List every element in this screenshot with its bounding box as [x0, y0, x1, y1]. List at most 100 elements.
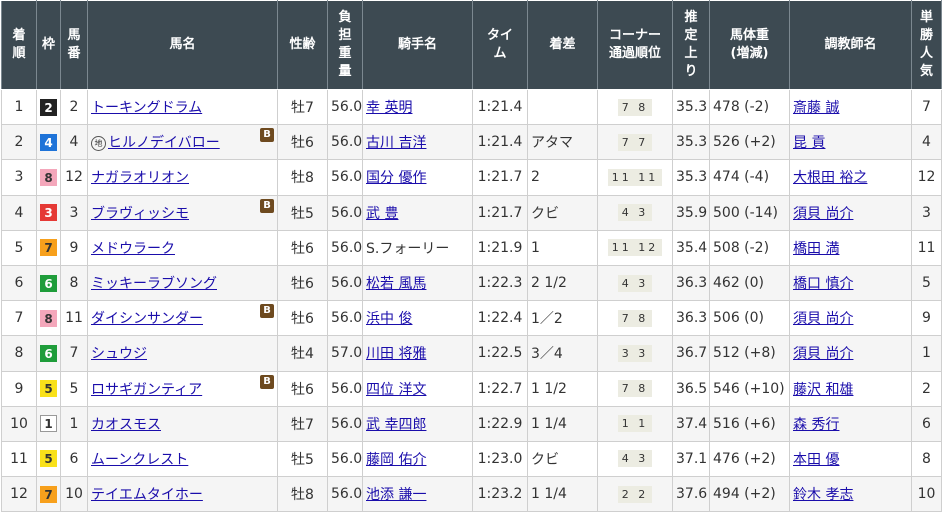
umaban-cell: 9: [60, 229, 88, 266]
corner-positions: 7 8: [617, 98, 653, 116]
horse-cell: ナガラオリオン: [87, 159, 278, 196]
trainer-cell: 斎藤 誠: [789, 88, 912, 126]
horse-body-weight: 494 (+2): [713, 486, 776, 503]
sex-age: 牡7: [291, 100, 314, 117]
win-popularity: 8: [922, 450, 931, 467]
margin-cell: 2: [527, 159, 598, 196]
header-bodyweight: 馬体重 (増減): [709, 0, 790, 90]
horse-name-link[interactable]: メドウラーク: [91, 241, 175, 257]
sexage-cell: 牡6: [277, 264, 328, 302]
last3f-cell: 35.3: [672, 88, 710, 126]
carried-weight: 56.0: [331, 450, 363, 467]
header-margin: 着差: [527, 0, 598, 90]
finish-time: 1:22.7: [477, 380, 523, 397]
jockey-link[interactable]: 藤岡 佑介: [366, 452, 426, 468]
weight-cell: 56.0: [327, 476, 363, 513]
horse-name-link[interactable]: ヒルノデイバロー: [108, 135, 220, 151]
rank-cell: 3: [1, 159, 37, 196]
sex-age: 牡8: [291, 170, 314, 187]
trainer-link[interactable]: 斎藤 誠: [793, 100, 839, 116]
table-row: 2 4 4 地ヒルノデイバロー B 牡6 56.0 古川 吉洋 1:21.4 アタマ 7 7 35.3…: [1, 124, 942, 161]
table-row: 11 5 6 ムーンクレスト 牡5 56.0 藤岡 佑介 1:23.0 クビ 4 3 37.1 476…: [1, 440, 942, 478]
finish-margin: クビ: [531, 451, 559, 468]
jockey-link[interactable]: 武 幸四郎: [366, 417, 426, 433]
margin-cell: 2 1/2: [527, 264, 598, 302]
weight-cell: 56.0: [327, 229, 363, 266]
finish-time: 1:21.4: [477, 99, 523, 116]
trainer-link[interactable]: 橋口 慎介: [793, 276, 853, 292]
margin-cell: [527, 88, 598, 126]
header-last3f: 推 定 上 り: [672, 0, 710, 90]
horse-body-weight: 508 (-2): [713, 239, 770, 256]
jockey-link[interactable]: 浜中 俊: [366, 311, 412, 327]
horse-name-link[interactable]: ムーンクレスト: [91, 452, 188, 468]
trainer-link[interactable]: 須貝 尚介: [793, 206, 853, 222]
waku-badge: 7: [40, 239, 57, 257]
jockey-link[interactable]: 国分 優作: [366, 170, 426, 186]
carried-weight: 56.0: [331, 239, 363, 256]
finish-margin: 2: [531, 169, 540, 186]
trainer-cell: 本田 優: [789, 440, 912, 478]
waku-cell: 6: [36, 335, 61, 372]
win-popularity: 3: [922, 204, 931, 221]
finish-time: 1:21.4: [477, 134, 523, 151]
waku-badge: 1: [40, 415, 57, 433]
trainer-link[interactable]: 須貝 尚介: [793, 311, 853, 327]
horse-name-link[interactable]: ブラヴィッシモ: [91, 206, 189, 222]
trainer-link[interactable]: 鈴木 孝志: [793, 487, 853, 503]
trainer-link[interactable]: 大根田 裕之: [793, 170, 867, 186]
waku-cell: 7: [36, 476, 61, 513]
jockey-link[interactable]: 池添 謙一: [366, 487, 426, 503]
horse-name-link[interactable]: ダイシンサンダー: [91, 311, 203, 327]
trainer-link[interactable]: 藤沢 和雄: [793, 382, 853, 398]
horse-name-link[interactable]: テイエムタイホー: [91, 487, 203, 503]
sex-age: 牡6: [291, 276, 314, 293]
trainer-cell: 藤沢 和雄: [789, 370, 912, 407]
finish-rank: 5: [14, 239, 24, 256]
last-3f-time: 36.7: [676, 345, 708, 362]
time-cell: 1:23.2: [472, 476, 528, 513]
trainer-link[interactable]: 本田 優: [793, 452, 839, 468]
jockey-link[interactable]: 古川 吉洋: [366, 135, 426, 151]
finish-margin: 2 1/2: [531, 275, 567, 292]
umaban-cell: 3: [60, 194, 88, 231]
horse-name-link[interactable]: シュウジ: [91, 346, 147, 362]
finish-time: 1:23.2: [477, 486, 523, 503]
jockey-link[interactable]: 川田 将雅: [366, 346, 426, 362]
pop-cell: 6: [911, 405, 942, 442]
waku-badge: 5: [40, 450, 57, 468]
umaban-cell: 1: [60, 405, 88, 442]
corner-cell: 4 3: [597, 264, 673, 302]
time-cell: 1:21.9: [472, 229, 528, 266]
bodyweight-cell: 506 (0): [709, 300, 790, 337]
jockey-link[interactable]: 四位 洋文: [366, 382, 426, 398]
jockey-link[interactable]: 松若 風馬: [366, 276, 426, 292]
waku-badge: 7: [40, 485, 57, 503]
horse-number: 5: [69, 380, 79, 397]
jockey-link[interactable]: 武 豊: [366, 206, 398, 222]
horse-name-link[interactable]: カオスモス: [91, 417, 161, 433]
pop-cell: 4: [911, 124, 942, 161]
trainer-link[interactable]: 森 秀行: [793, 417, 839, 433]
pop-cell: 1: [911, 335, 942, 372]
trainer-cell: 須貝 尚介: [789, 335, 912, 372]
waku-cell: 4: [36, 124, 61, 161]
jockey-link[interactable]: 幸 英明: [366, 100, 412, 116]
trainer-link[interactable]: 橋田 満: [793, 241, 839, 257]
header-jockey: 騎手名: [362, 0, 473, 90]
jockey-cell: 国分 優作: [362, 159, 473, 196]
horse-name-link[interactable]: トーキングドラム: [91, 100, 202, 116]
finish-rank: 1: [14, 99, 24, 116]
finish-rank: 12: [10, 486, 28, 503]
last-3f-time: 37.1: [676, 450, 708, 467]
sex-age: 牡6: [291, 381, 314, 398]
horse-name-link[interactable]: ロサギガンティア: [91, 382, 202, 398]
margin-cell: 3／4: [527, 335, 598, 372]
finish-margin: クビ: [531, 205, 559, 222]
table-row: 1 2 2 トーキングドラム 牡7 56.0 幸 英明 1:21.4 7 8 35.3 478 (-…: [1, 88, 942, 126]
trainer-link[interactable]: 昆 貢: [793, 135, 825, 151]
trainer-link[interactable]: 須貝 尚介: [793, 346, 853, 362]
header-time: タイ ム: [472, 0, 528, 90]
horse-name-link[interactable]: ミッキーラブソング: [91, 276, 217, 292]
horse-name-link[interactable]: ナガラオリオン: [91, 170, 189, 186]
